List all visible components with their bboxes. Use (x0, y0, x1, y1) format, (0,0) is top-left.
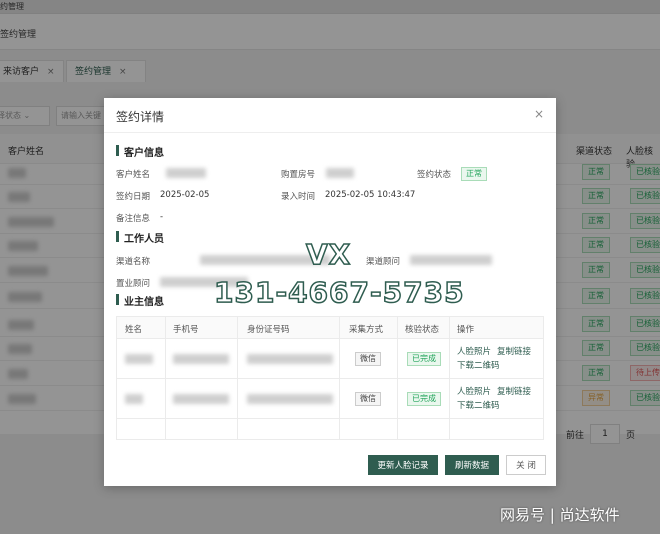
section-bar (116, 145, 119, 156)
col-phone: 手机号 (173, 325, 199, 335)
download-qr-link[interactable]: 下载二维码 (457, 359, 500, 371)
sign-status-badge: 正常 (461, 167, 487, 181)
property-consultant-label: 置业顾问 (116, 279, 151, 289)
watermark-vx: VX (305, 237, 352, 272)
customer-name-label: 客户姓名 (116, 170, 151, 180)
entry-time-value: 2025-02-05 10:43:47 (325, 190, 416, 200)
section-title: 业主信息 (124, 297, 164, 308)
divider (104, 132, 556, 133)
verify-status-badge: 已完成 (407, 352, 441, 366)
section-title: 客户信息 (124, 148, 164, 159)
sign-status-label: 签约状态 (417, 170, 452, 180)
owner-table: 姓名 手机号 身份证号码 采集方式 核验状态 操作 微信 已完成 人脸照片 复制… (116, 316, 544, 440)
collect-method-badge: 微信 (355, 392, 381, 406)
copy-link-link[interactable]: 复制链接 (497, 385, 531, 397)
section-bar (116, 294, 119, 305)
refresh-data-button[interactable]: 刷新数据 (445, 455, 499, 475)
verify-status-badge: 已完成 (407, 392, 441, 406)
channel-name-label: 渠道名称 (116, 257, 151, 267)
col-collect-method: 采集方式 (349, 325, 384, 335)
section-title: 工作人员 (124, 234, 164, 245)
owner-table-header: 姓名 手机号 身份证号码 采集方式 核验状态 操作 (117, 317, 543, 339)
watermark-phone: 131-4667-5735 (213, 275, 465, 310)
download-qr-link[interactable]: 下载二维码 (457, 399, 500, 411)
update-face-record-button[interactable]: 更新人脸记录 (368, 455, 438, 475)
section-bar (116, 231, 119, 242)
close-icon[interactable]: × (532, 107, 546, 121)
face-photo-link[interactable]: 人脸照片 (457, 385, 491, 397)
entry-time-label: 录入时间 (281, 192, 316, 202)
dialog-title: 签约详情 (116, 110, 165, 124)
sign-date-label: 签约日期 (116, 192, 151, 202)
table-row: 微信 已完成 人脸照片 复制链接 下载二维码 (117, 339, 543, 379)
copy-link-link[interactable]: 复制链接 (497, 345, 531, 357)
room-number-label: 购置房号 (281, 170, 316, 180)
col-id-number: 身份证号码 (247, 325, 290, 335)
remark-label: 备注信息 (116, 214, 151, 224)
channel-consultant-label: 渠道顾问 (366, 257, 401, 267)
remark-value: - (160, 212, 164, 222)
col-actions: 操作 (457, 325, 475, 335)
col-name: 姓名 (125, 325, 143, 335)
sign-date-value: 2025-02-05 (160, 190, 210, 200)
footer-watermark: 网易号 | 尚达软件 (500, 506, 620, 524)
close-button[interactable]: 关 闭 (506, 455, 546, 475)
col-verify-status: 核验状态 (405, 325, 440, 335)
face-photo-link[interactable]: 人脸照片 (457, 345, 491, 357)
collect-method-badge: 微信 (355, 352, 381, 366)
table-row: 微信 已完成 人脸照片 复制链接 下载二维码 (117, 379, 543, 419)
